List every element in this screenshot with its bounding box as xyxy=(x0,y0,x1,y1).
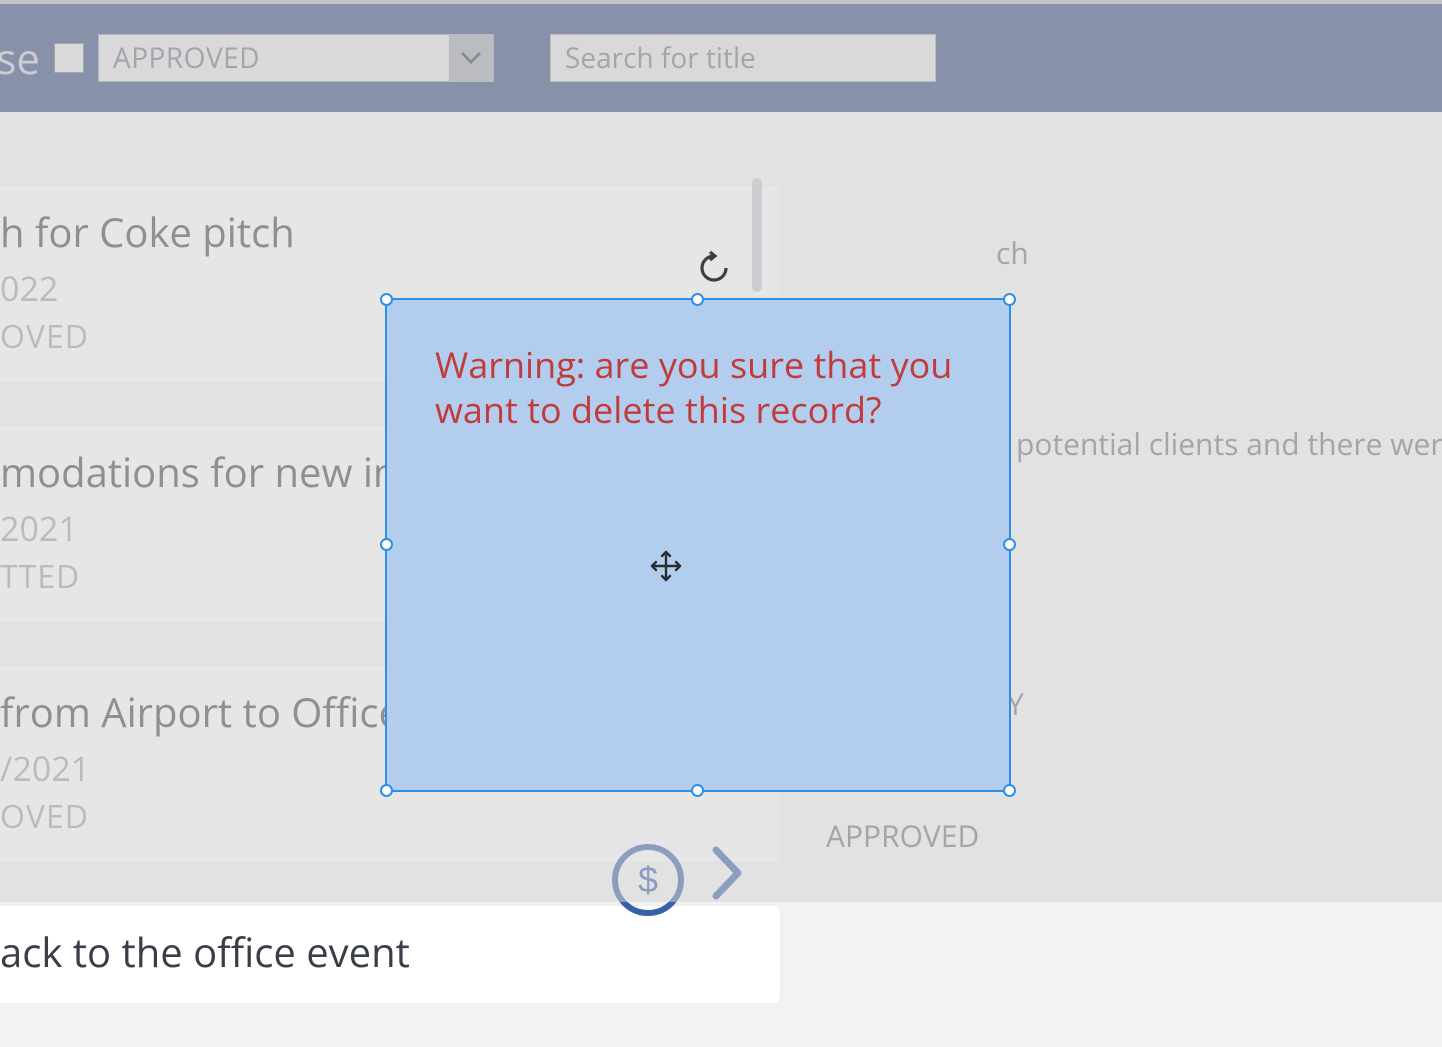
detail-desc-fragment: ch xyxy=(996,232,1442,273)
resize-handle-br[interactable] xyxy=(1003,784,1016,797)
currency-icon[interactable]: $ xyxy=(610,842,686,923)
resize-handle-bl[interactable] xyxy=(380,784,393,797)
warning-dialog-selection[interactable]: Warning: are you sure that you want to d… xyxy=(385,298,1011,792)
resize-handle-ml[interactable] xyxy=(380,538,393,551)
content-area: h for Coke pitch 022 OVED modations for … xyxy=(0,112,1442,902)
resize-handle-mr[interactable] xyxy=(1003,538,1016,551)
list-item-status: OVED xyxy=(0,795,766,838)
warning-dialog-text: Warning: are you sure that you want to d… xyxy=(387,300,1009,432)
detail-status-value: APPROVED xyxy=(826,815,1442,856)
list-item-title: ack to the office event xyxy=(0,924,766,979)
svg-text:$: $ xyxy=(638,859,658,900)
rotate-handle-icon[interactable] xyxy=(696,250,732,291)
chevron-right-icon[interactable] xyxy=(710,844,744,907)
resize-handle-tc[interactable] xyxy=(691,293,704,306)
list-item-title: h for Coke pitch xyxy=(0,204,766,259)
scrollbar-thumb[interactable] xyxy=(752,178,762,292)
detail-desc-fragment: r potential clients and there were 6 of … xyxy=(996,423,1442,464)
header-dim-overlay xyxy=(0,0,1442,112)
resize-handle-tl[interactable] xyxy=(380,293,393,306)
app-header: se APPROVED xyxy=(0,4,1442,112)
resize-handle-tr[interactable] xyxy=(1003,293,1016,306)
resize-handle-bc[interactable] xyxy=(691,784,704,797)
